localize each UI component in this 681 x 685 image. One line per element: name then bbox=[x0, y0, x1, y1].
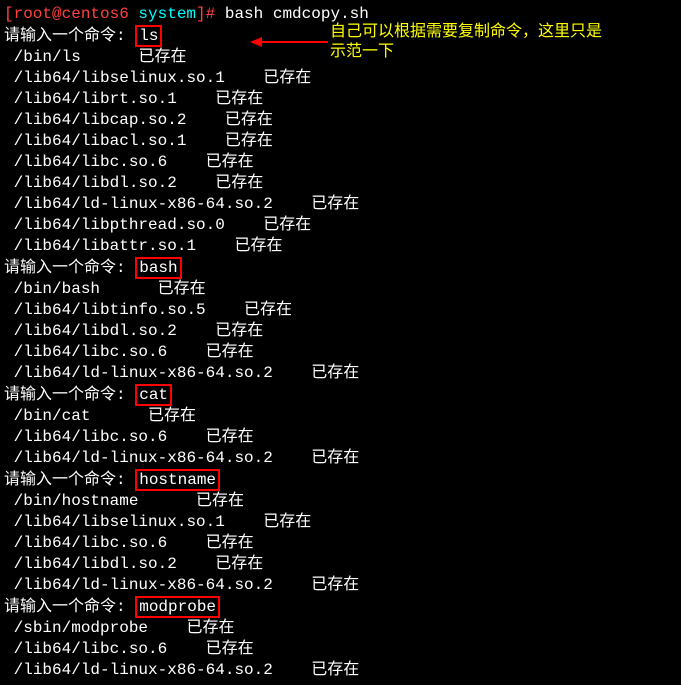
output-line: /lib64/libselinux.so.1 已存在 bbox=[4, 68, 677, 89]
input-prompt-text: 请输入一个命令: bbox=[4, 259, 135, 277]
output-line: /lib64/librt.so.1 已存在 bbox=[4, 89, 677, 110]
input-prompt-line: 请输入一个命令: bash bbox=[4, 257, 677, 279]
file-path: /sbin/modprobe bbox=[14, 619, 148, 637]
file-path: /lib64/libtinfo.so.5 bbox=[14, 301, 206, 319]
file-path: /lib64/libselinux.so.1 bbox=[14, 69, 225, 87]
status-exists: 已存在 bbox=[206, 428, 254, 446]
prompt-user-host: [root@centos6 bbox=[4, 5, 138, 23]
file-path: /lib64/libc.so.6 bbox=[14, 428, 168, 446]
output-line: /lib64/libcap.so.2 已存在 bbox=[4, 110, 677, 131]
output-line: /lib64/libc.so.6 已存在 bbox=[4, 342, 677, 363]
terminal-output: [root@centos6 system]# bash cmdcopy.sh请输… bbox=[4, 4, 677, 681]
command-entered: bash cmdcopy.sh bbox=[225, 5, 369, 23]
status-exists: 已存在 bbox=[263, 216, 311, 234]
input-prompt-text: 请输入一个命令: bbox=[4, 471, 135, 489]
file-path: /lib64/libpthread.so.0 bbox=[14, 216, 225, 234]
output-line: /lib64/libdl.so.2 已存在 bbox=[4, 173, 677, 194]
output-line: /lib64/libtinfo.so.5 已存在 bbox=[4, 300, 677, 321]
output-line: /lib64/libc.so.6 已存在 bbox=[4, 639, 677, 660]
user-input-highlight: bash bbox=[135, 257, 181, 279]
output-line: /lib64/ld-linux-x86-64.so.2 已存在 bbox=[4, 448, 677, 469]
output-line: /lib64/libattr.so.1 已存在 bbox=[4, 236, 677, 257]
output-line: /lib64/libacl.so.1 已存在 bbox=[4, 131, 677, 152]
file-path: /lib64/librt.so.1 bbox=[14, 90, 177, 108]
output-line: /lib64/ld-linux-x86-64.so.2 已存在 bbox=[4, 194, 677, 215]
file-path: /lib64/ld-linux-x86-64.so.2 bbox=[14, 576, 273, 594]
output-line: /lib64/ld-linux-x86-64.so.2 已存在 bbox=[4, 660, 677, 681]
prompt-dir: system bbox=[138, 5, 196, 23]
user-input-highlight: modprobe bbox=[135, 596, 220, 618]
status-exists: 已存在 bbox=[234, 237, 282, 255]
status-exists: 已存在 bbox=[206, 153, 254, 171]
status-exists: 已存在 bbox=[215, 90, 263, 108]
file-path: /lib64/libacl.so.1 bbox=[14, 132, 187, 150]
output-line: /lib64/libselinux.so.1 已存在 bbox=[4, 512, 677, 533]
output-line: /bin/ls 已存在 bbox=[4, 47, 677, 68]
input-prompt-line: 请输入一个命令: ls bbox=[4, 25, 677, 47]
file-path: /lib64/libc.so.6 bbox=[14, 343, 168, 361]
output-line: /lib64/libc.so.6 已存在 bbox=[4, 533, 677, 554]
input-prompt-text: 请输入一个命令: bbox=[4, 386, 135, 404]
status-exists: 已存在 bbox=[186, 619, 234, 637]
file-path: /bin/cat bbox=[14, 407, 91, 425]
file-path: /lib64/libdl.so.2 bbox=[14, 555, 177, 573]
file-path: /bin/bash bbox=[14, 280, 100, 298]
status-exists: 已存在 bbox=[215, 322, 263, 340]
input-prompt-text: 请输入一个命令: bbox=[4, 598, 135, 616]
input-prompt-line: 请输入一个命令: hostname bbox=[4, 469, 677, 491]
prompt-close: ]# bbox=[196, 5, 225, 23]
status-exists: 已存在 bbox=[311, 195, 359, 213]
file-path: /lib64/libdl.so.2 bbox=[14, 322, 177, 340]
status-exists: 已存在 bbox=[206, 534, 254, 552]
user-input-highlight: cat bbox=[135, 384, 172, 406]
status-exists: 已存在 bbox=[206, 640, 254, 658]
status-exists: 已存在 bbox=[148, 407, 196, 425]
file-path: /lib64/libc.so.6 bbox=[14, 534, 168, 552]
status-exists: 已存在 bbox=[311, 364, 359, 382]
output-line: /bin/hostname 已存在 bbox=[4, 491, 677, 512]
output-line: /lib64/libc.so.6 已存在 bbox=[4, 152, 677, 173]
status-exists: 已存在 bbox=[311, 449, 359, 467]
output-line: /lib64/libc.so.6 已存在 bbox=[4, 427, 677, 448]
status-exists: 已存在 bbox=[263, 513, 311, 531]
file-path: /lib64/libselinux.so.1 bbox=[14, 513, 225, 531]
output-line: /bin/bash 已存在 bbox=[4, 279, 677, 300]
shell-prompt-line: [root@centos6 system]# bash cmdcopy.sh bbox=[4, 4, 677, 25]
file-path: /lib64/libcap.so.2 bbox=[14, 111, 187, 129]
file-path: /lib64/libc.so.6 bbox=[14, 640, 168, 658]
status-exists: 已存在 bbox=[225, 111, 273, 129]
output-line: /bin/cat 已存在 bbox=[4, 406, 677, 427]
status-exists: 已存在 bbox=[311, 661, 359, 679]
status-exists: 已存在 bbox=[196, 492, 244, 510]
status-exists: 已存在 bbox=[206, 343, 254, 361]
status-exists: 已存在 bbox=[263, 69, 311, 87]
file-path: /bin/ls bbox=[14, 48, 81, 66]
status-exists: 已存在 bbox=[215, 174, 263, 192]
file-path: /lib64/libattr.so.1 bbox=[14, 237, 196, 255]
file-path: /lib64/libc.so.6 bbox=[14, 153, 168, 171]
user-input-highlight: hostname bbox=[135, 469, 220, 491]
user-input-highlight: ls bbox=[135, 25, 162, 47]
status-exists: 已存在 bbox=[244, 301, 292, 319]
file-path: /bin/hostname bbox=[14, 492, 139, 510]
input-prompt-text: 请输入一个命令: bbox=[4, 27, 135, 45]
status-exists: 已存在 bbox=[215, 555, 263, 573]
file-path: /lib64/ld-linux-x86-64.so.2 bbox=[14, 661, 273, 679]
file-path: /lib64/ld-linux-x86-64.so.2 bbox=[14, 364, 273, 382]
output-line: /lib64/ld-linux-x86-64.so.2 已存在 bbox=[4, 575, 677, 596]
status-exists: 已存在 bbox=[158, 280, 206, 298]
output-line: /sbin/modprobe 已存在 bbox=[4, 618, 677, 639]
file-path: /lib64/libdl.so.2 bbox=[14, 174, 177, 192]
output-line: /lib64/libdl.so.2 已存在 bbox=[4, 554, 677, 575]
input-prompt-line: 请输入一个命令: cat bbox=[4, 384, 677, 406]
status-exists: 已存在 bbox=[311, 576, 359, 594]
status-exists: 已存在 bbox=[225, 132, 273, 150]
status-exists: 已存在 bbox=[138, 48, 186, 66]
file-path: /lib64/ld-linux-x86-64.so.2 bbox=[14, 195, 273, 213]
output-line: /lib64/libpthread.so.0 已存在 bbox=[4, 215, 677, 236]
input-prompt-line: 请输入一个命令: modprobe bbox=[4, 596, 677, 618]
output-line: /lib64/libdl.so.2 已存在 bbox=[4, 321, 677, 342]
output-line: /lib64/ld-linux-x86-64.so.2 已存在 bbox=[4, 363, 677, 384]
file-path: /lib64/ld-linux-x86-64.so.2 bbox=[14, 449, 273, 467]
